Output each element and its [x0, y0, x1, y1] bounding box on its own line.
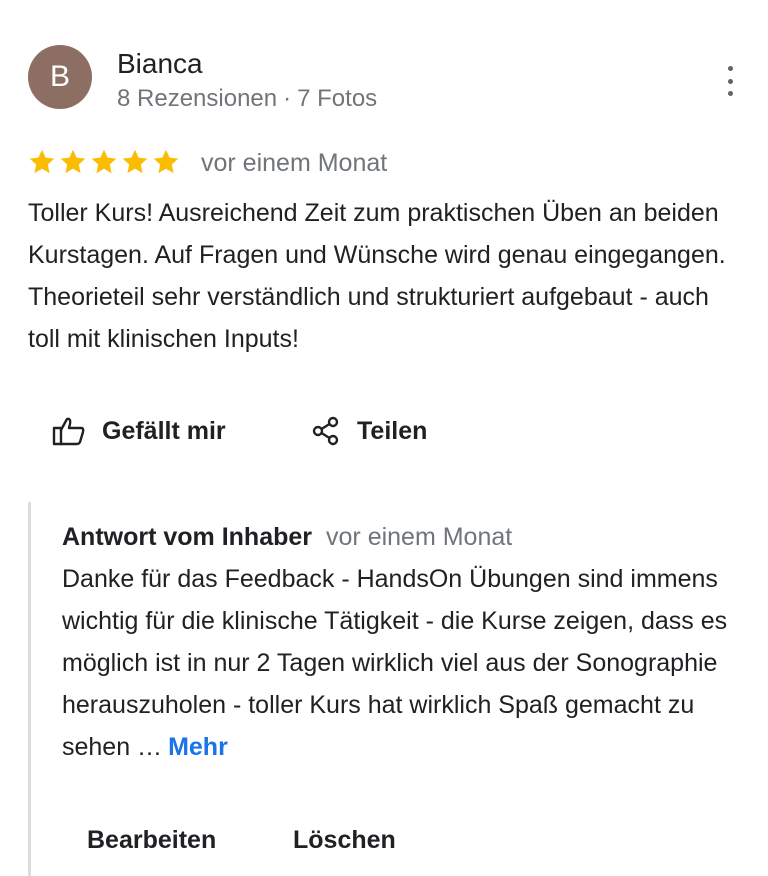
delete-reply-button[interactable]: Löschen — [293, 826, 396, 855]
owner-reply-body: Danke für das Feedback - HandsOn Übungen… — [62, 565, 728, 761]
reviewer-avatar[interactable]: B — [28, 45, 92, 109]
photo-count: 7 Fotos — [297, 85, 378, 112]
owner-reply-header: Antwort vom Inhaber vor einem Monat — [62, 523, 512, 552]
star-icon — [122, 149, 148, 174]
review-text: Toller Kurs! Ausreichend Zeit zum prakti… — [28, 199, 726, 353]
reviewer-meta: 8 Rezensionen · 7 Fotos — [117, 85, 377, 113]
like-button[interactable]: Gefällt mir — [52, 416, 226, 446]
share-label: Teilen — [357, 416, 428, 445]
owner-reply-border — [28, 502, 31, 876]
star-icon — [91, 149, 117, 174]
review-count: 8 Rezensionen — [117, 85, 278, 112]
share-button[interactable]: Teilen — [311, 416, 427, 446]
more-options-icon[interactable] — [718, 66, 742, 96]
edit-reply-button[interactable]: Bearbeiten — [87, 826, 216, 855]
reviewer-name[interactable]: Bianca — [117, 48, 203, 80]
meta-separator: · — [283, 85, 292, 112]
review-date: vor einem Monat — [201, 149, 388, 177]
owner-reply-date: vor einem Monat — [326, 523, 513, 551]
thumb-up-icon — [52, 417, 85, 446]
more-link[interactable]: Mehr — [168, 733, 228, 761]
star-rating — [28, 148, 180, 176]
star-icon — [60, 149, 86, 174]
star-icon — [29, 149, 55, 174]
owner-reply-label: Antwort vom Inhaber — [62, 523, 313, 551]
owner-reply-text: Danke für das Feedback - HandsOn Übungen… — [62, 558, 752, 768]
share-icon — [312, 416, 339, 446]
like-label: Gefällt mir — [102, 416, 226, 445]
star-icon — [153, 149, 179, 174]
